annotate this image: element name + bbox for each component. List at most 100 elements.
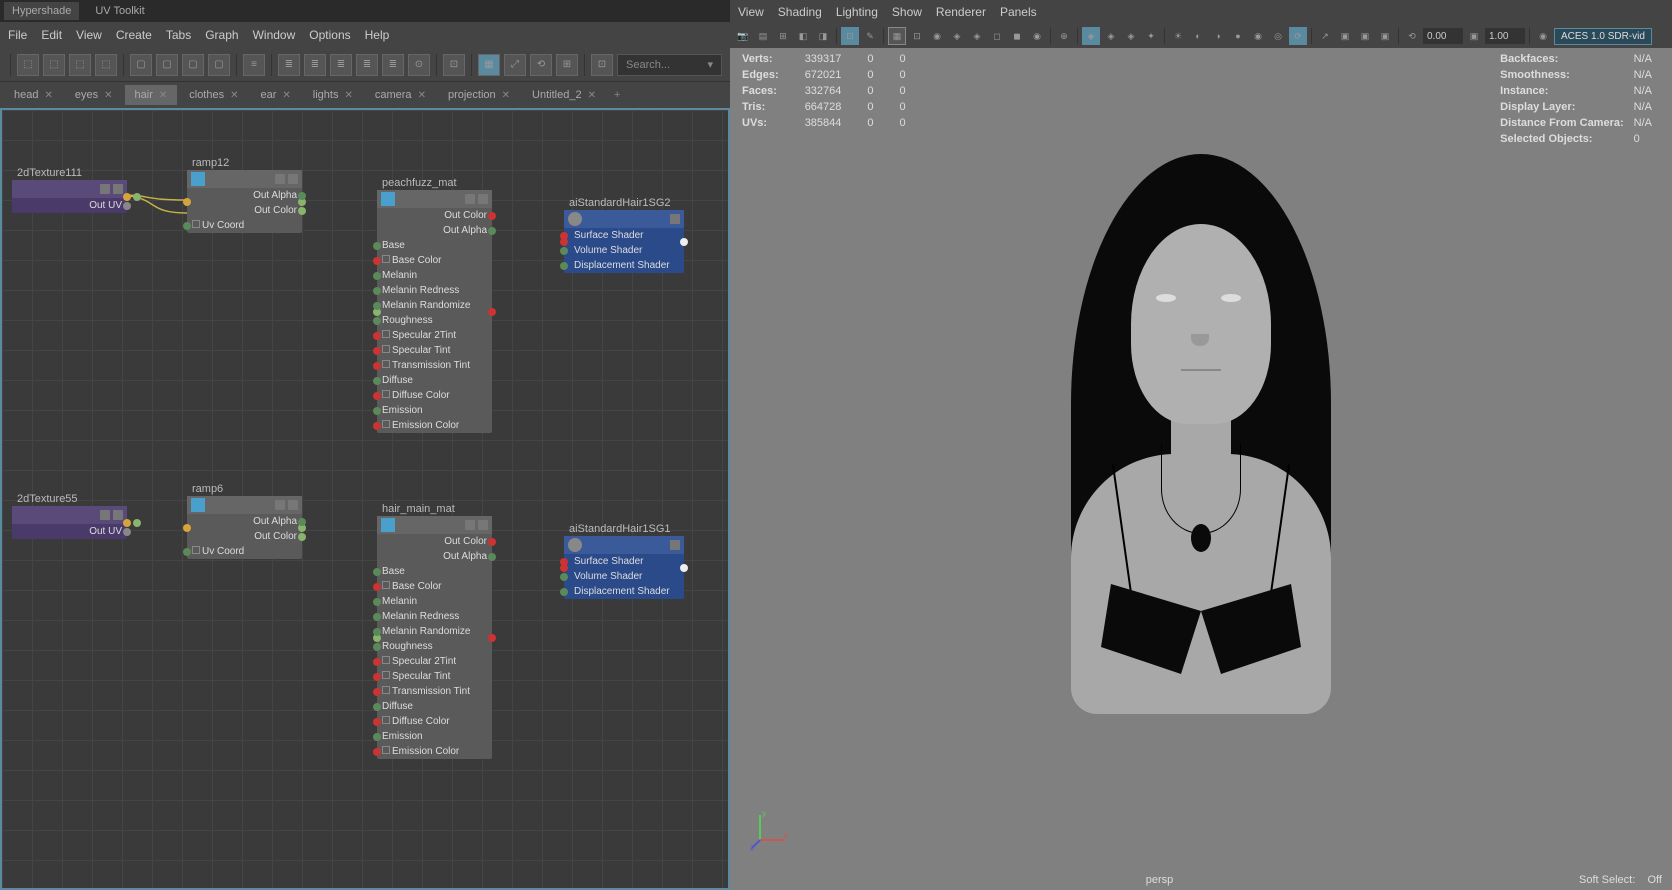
aces-dropdown[interactable]: ACES 1.0 SDR-vid [1554, 28, 1652, 45]
vp-btn[interactable]: ⟲ [1403, 27, 1421, 45]
vp-menu-view[interactable]: View [738, 5, 764, 19]
vp-btn[interactable]: ◉ [928, 27, 946, 45]
vp-menu-lighting[interactable]: Lighting [836, 5, 878, 19]
tb-btn[interactable]: ▢ [156, 54, 178, 76]
vp-btn[interactable]: ☀ [1169, 27, 1187, 45]
vp-btn[interactable]: ↗ [1316, 27, 1334, 45]
vp-btn[interactable]: ▣ [1465, 27, 1483, 45]
menu-help[interactable]: Help [365, 28, 390, 42]
vp-btn[interactable]: ▣ [1356, 27, 1374, 45]
tb-btn[interactable]: ⊡ [591, 54, 613, 76]
vp-btn[interactable]: ● [1229, 27, 1247, 45]
tab-hypershade[interactable]: Hypershade [4, 2, 79, 20]
tb-btn[interactable]: ▢ [130, 54, 152, 76]
node-peachfuzz-mat[interactable]: peachfuzz_mat Out Color Out Alpha Base B… [377, 190, 492, 433]
node-ramp12[interactable]: ramp12 Out Alpha Out Color Uv Coord [187, 170, 302, 233]
vp-btn[interactable]: ◑ [1209, 27, 1227, 45]
node-hair-main-mat[interactable]: hair_main_mat Out Color Out Alpha Base B… [377, 516, 492, 759]
vp-btn[interactable]: ◉ [1534, 27, 1552, 45]
vp-btn[interactable]: ◧ [794, 27, 812, 45]
gtab-projection[interactable]: projection✕ [438, 85, 520, 105]
vp-btn[interactable]: ⊡ [841, 27, 859, 45]
close-icon[interactable]: ✕ [159, 90, 167, 101]
tb-btn[interactable]: ≣ [304, 54, 326, 76]
add-tab-button[interactable]: + [608, 89, 626, 101]
vp-btn[interactable]: ◐ [1189, 27, 1207, 45]
menu-graph[interactable]: Graph [205, 28, 238, 42]
tb-btn[interactable]: ⬚ [43, 54, 65, 76]
vp-btn[interactable]: ◻ [988, 27, 1006, 45]
vp-btn[interactable]: ◨ [814, 27, 832, 45]
tb-btn[interactable]: ⟲ [530, 54, 552, 76]
vp-btn[interactable]: ▤ [754, 27, 772, 45]
close-icon[interactable]: ✕ [282, 90, 290, 101]
tb-btn[interactable]: ≣ [278, 54, 300, 76]
close-icon[interactable]: ✕ [104, 90, 112, 101]
tab-uv-toolkit[interactable]: UV Toolkit [87, 2, 152, 20]
vp-btn[interactable]: ⊡ [908, 27, 926, 45]
tb-btn[interactable]: ⬚ [17, 54, 39, 76]
node-2dtexture111[interactable]: 2dTexture111 Out UV [12, 180, 127, 213]
gtab-hair[interactable]: hair✕ [125, 85, 178, 105]
node-2dtexture55[interactable]: 2dTexture55 Out UV [12, 506, 127, 539]
gtab-eyes[interactable]: eyes✕ [65, 85, 123, 105]
menu-edit[interactable]: Edit [41, 28, 62, 42]
close-icon[interactable]: ✕ [418, 90, 426, 101]
vp-btn[interactable]: ⊕ [1055, 27, 1073, 45]
vp-btn[interactable]: ▣ [1376, 27, 1394, 45]
tb-btn[interactable]: ▢ [182, 54, 204, 76]
tb-btn[interactable]: ⤢ [504, 54, 526, 76]
gtab-ear[interactable]: ear✕ [251, 85, 301, 105]
node-sg2[interactable]: aiStandardHair1SG2 Surface Shader Volume… [564, 210, 684, 273]
vp-btn[interactable]: ◈ [1082, 27, 1100, 45]
vp-btn[interactable]: ◉ [1249, 27, 1267, 45]
menu-file[interactable]: File [8, 28, 27, 42]
vp-num-b[interactable]: 1.00 [1485, 28, 1525, 44]
vp-menu-renderer[interactable]: Renderer [936, 5, 986, 19]
tb-btn[interactable]: ≣ [330, 54, 352, 76]
close-icon[interactable]: ✕ [230, 90, 238, 101]
menu-window[interactable]: Window [253, 28, 296, 42]
tb-btn[interactable]: ⬚ [95, 54, 117, 76]
vp-menu-show[interactable]: Show [892, 5, 922, 19]
gtab-lights[interactable]: lights✕ [303, 85, 363, 105]
node-sg1[interactable]: aiStandardHair1SG1 Surface Shader Volume… [564, 536, 684, 599]
node-ramp6[interactable]: ramp6 Out Alpha Out Color Uv Coord [187, 496, 302, 559]
vp-btn[interactable]: ▣ [1336, 27, 1354, 45]
menu-options[interactable]: Options [309, 28, 350, 42]
vp-btn[interactable]: ◈ [1122, 27, 1140, 45]
tb-btn-grid[interactable]: ▦ [478, 54, 500, 76]
menu-view[interactable]: View [76, 28, 102, 42]
vp-btn[interactable]: ◼ [1008, 27, 1026, 45]
vp-btn[interactable]: ◈ [948, 27, 966, 45]
vp-btn[interactable]: ◈ [968, 27, 986, 45]
node-graph[interactable]: 2dTexture111 Out UV ramp12 Out Alpha Out… [0, 108, 730, 890]
vp-btn[interactable]: ◉ [1028, 27, 1046, 45]
tb-btn[interactable]: ≣ [356, 54, 378, 76]
gtab-clothes[interactable]: clothes✕ [179, 85, 248, 105]
viewport[interactable]: y x z persp Soft Select: Off [730, 48, 1672, 890]
vp-menu-shading[interactable]: Shading [778, 5, 822, 19]
gtab-head[interactable]: head✕ [4, 85, 63, 105]
gtab-camera[interactable]: camera✕ [365, 85, 436, 105]
vp-btn[interactable]: ✦ [1142, 27, 1160, 45]
vp-btn[interactable]: ⊞ [774, 27, 792, 45]
gtab-untitled[interactable]: Untitled_2✕ [522, 85, 606, 105]
search-input[interactable]: Search... ▾ [617, 54, 722, 76]
vp-btn[interactable]: 📷 [734, 27, 752, 45]
close-icon[interactable]: ✕ [44, 90, 52, 101]
vp-menu-panels[interactable]: Panels [1000, 5, 1037, 19]
vp-btn[interactable]: ◎ [1269, 27, 1287, 45]
vp-btn[interactable]: ▦ [888, 27, 906, 45]
tb-btn[interactable]: ⬚ [69, 54, 91, 76]
vp-num-a[interactable]: 0.00 [1423, 28, 1463, 44]
close-icon[interactable]: ✕ [344, 90, 352, 101]
menu-create[interactable]: Create [116, 28, 152, 42]
menu-tabs[interactable]: Tabs [166, 28, 191, 42]
close-icon[interactable]: ✕ [502, 90, 510, 101]
tb-btn[interactable]: ≣ [382, 54, 404, 76]
vp-btn[interactable]: ✎ [861, 27, 879, 45]
tb-btn[interactable]: ≡ [243, 54, 265, 76]
vp-btn[interactable]: ⟳ [1289, 27, 1307, 45]
tb-btn[interactable]: ⊞ [556, 54, 578, 76]
